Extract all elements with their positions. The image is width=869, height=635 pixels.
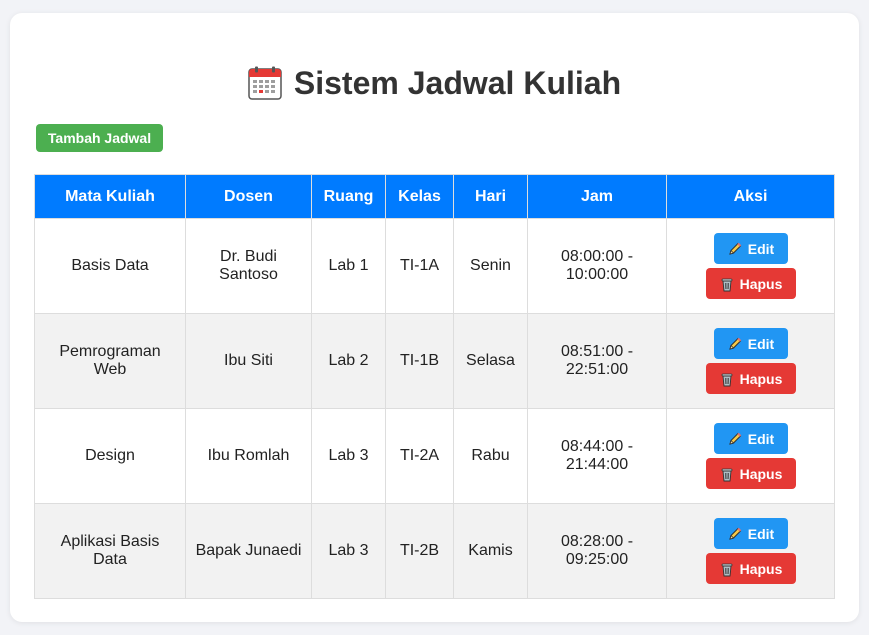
page-title: Sistem Jadwal Kuliah (293, 64, 622, 101)
cell-hari: Rabu (453, 408, 528, 504)
delete-label: Hapus (739, 370, 783, 387)
row-actions: Edit Hapus (675, 233, 826, 299)
cell-kelas: TI-1A (385, 218, 454, 314)
edit-button[interactable]: Edit (713, 233, 788, 264)
cell-ruang: Lab 1 (311, 218, 386, 314)
cell-dosen: Dr. Budi Santoso (185, 218, 312, 314)
row-actions: Edit Hapus (675, 328, 826, 394)
cell-mata-kuliah: Basis Data (34, 218, 186, 314)
cell-aksi: Edit Hapus (666, 408, 835, 504)
pencil-icon (727, 336, 743, 352)
pencil-icon (727, 526, 743, 542)
column-header-ruang: Ruang (311, 174, 386, 219)
cell-hari: Senin (453, 218, 528, 314)
edit-label: Edit (747, 240, 775, 257)
row-actions: Edit Hapus (675, 423, 826, 489)
row-actions: Edit Hapus (675, 518, 826, 584)
cell-kelas: TI-2A (385, 408, 454, 504)
cell-mata-kuliah: Aplikasi Basis Data (34, 503, 186, 599)
trash-icon (719, 371, 735, 387)
cell-aksi: Edit Hapus (666, 313, 835, 409)
edit-button[interactable]: Edit (713, 423, 788, 454)
cell-kelas: TI-1B (385, 313, 454, 409)
delete-label: Hapus (739, 560, 783, 577)
add-schedule-button[interactable]: Tambah Jadwal (36, 124, 163, 152)
delete-button[interactable]: Hapus (705, 268, 796, 299)
schedule-table: Mata Kuliah Dosen Ruang Kelas Hari Jam A… (34, 174, 835, 599)
cell-mata-kuliah: Pemrograman Web (34, 313, 186, 409)
cell-aksi: Edit Hapus (666, 218, 835, 314)
pencil-icon (727, 431, 743, 447)
cell-jam: 08:00:00 - 10:00:00 (527, 218, 667, 314)
table-row: Basis Data Dr. Budi Santoso Lab 1 TI-1A … (34, 218, 835, 314)
table-body: Basis Data Dr. Budi Santoso Lab 1 TI-1A … (34, 218, 835, 599)
table-row: Design Ibu Romlah Lab 3 TI-2A Rabu 08:44… (34, 408, 835, 504)
column-header-mata-kuliah: Mata Kuliah (34, 174, 186, 219)
table-row: Pemrograman Web Ibu Siti Lab 2 TI-1B Sel… (34, 313, 835, 409)
cell-aksi: Edit Hapus (666, 503, 835, 599)
column-header-kelas: Kelas (385, 174, 454, 219)
table-header-row: Mata Kuliah Dosen Ruang Kelas Hari Jam A… (34, 174, 835, 219)
cell-dosen: Ibu Siti (185, 313, 312, 409)
column-header-aksi: Aksi (666, 174, 835, 219)
cell-ruang: Lab 2 (311, 313, 386, 409)
cell-ruang: Lab 3 (311, 408, 386, 504)
page-header: Sistem Jadwal Kuliah (10, 61, 859, 105)
trash-icon (719, 561, 735, 577)
cell-jam: 08:28:00 - 09:25:00 (527, 503, 667, 599)
delete-label: Hapus (739, 275, 783, 292)
cell-jam: 08:51:00 - 22:51:00 (527, 313, 667, 409)
table-row: Aplikasi Basis Data Bapak Junaedi Lab 3 … (34, 503, 835, 599)
cell-ruang: Lab 3 (311, 503, 386, 599)
pencil-icon (727, 241, 743, 257)
schedule-card: Sistem Jadwal Kuliah Tambah Jadwal Mata … (10, 13, 859, 622)
cell-dosen: Ibu Romlah (185, 408, 312, 504)
delete-label: Hapus (739, 465, 783, 482)
cell-jam: 08:44:00 - 21:44:00 (527, 408, 667, 504)
cell-hari: Selasa (453, 313, 528, 409)
edit-label: Edit (747, 430, 775, 447)
edit-button[interactable]: Edit (713, 518, 788, 549)
edit-label: Edit (747, 335, 775, 352)
cell-mata-kuliah: Design (34, 408, 186, 504)
column-header-dosen: Dosen (185, 174, 312, 219)
trash-icon (719, 466, 735, 482)
delete-button[interactable]: Hapus (705, 458, 796, 489)
trash-icon (719, 276, 735, 292)
column-header-jam: Jam (527, 174, 667, 219)
delete-button[interactable]: Hapus (705, 553, 796, 584)
calendar-icon (248, 66, 282, 100)
column-header-hari: Hari (453, 174, 528, 219)
delete-button[interactable]: Hapus (705, 363, 796, 394)
cell-hari: Kamis (453, 503, 528, 599)
edit-label: Edit (747, 525, 775, 542)
edit-button[interactable]: Edit (713, 328, 788, 359)
cell-kelas: TI-2B (385, 503, 454, 599)
cell-dosen: Bapak Junaedi (185, 503, 312, 599)
